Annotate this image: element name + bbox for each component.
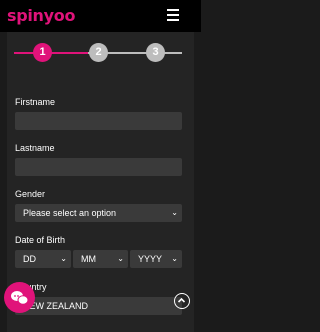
gender-select-value: Please select an option	[23, 208, 117, 218]
gender-select[interactable]: Please select an option ⌄	[15, 204, 182, 222]
step-3: 3	[146, 43, 165, 62]
country-select[interactable]: NEW ZEALAND	[15, 297, 182, 315]
chevron-down-icon: ⌄	[171, 208, 178, 217]
gender-label: Gender	[15, 189, 46, 199]
step-1: 1	[33, 43, 52, 62]
chevron-down-icon: ⌄	[171, 254, 178, 263]
dob-month-value: MM	[81, 254, 96, 264]
dob-label: Date of Birth	[15, 235, 66, 245]
dob-year-select[interactable]: YYYY ⌄	[130, 250, 182, 268]
lastname-field[interactable]	[15, 158, 182, 176]
chat-button[interactable]	[4, 282, 35, 313]
scroll-top-button[interactable]	[174, 293, 190, 309]
chevron-down-icon: ⌄	[117, 254, 124, 263]
dob-year-value: YYYY	[138, 254, 163, 264]
firstname-label: Firstname	[15, 97, 56, 107]
logo[interactable]: spinyoo	[7, 6, 75, 26]
dob-day-select[interactable]: DD ⌄	[15, 250, 71, 268]
chevron-up-icon	[177, 297, 186, 303]
dob-day-value: DD	[23, 254, 36, 264]
firstname-field[interactable]	[15, 112, 182, 130]
chevron-down-icon: ⌄	[60, 254, 67, 263]
hamburger-menu-icon[interactable]	[167, 9, 179, 21]
chat-icon	[11, 291, 29, 305]
top-bar: spinyoo	[0, 0, 201, 32]
dob-month-select[interactable]: MM ⌄	[73, 250, 128, 268]
lastname-label: Lastname	[15, 143, 55, 153]
step-2: 2	[89, 43, 108, 62]
